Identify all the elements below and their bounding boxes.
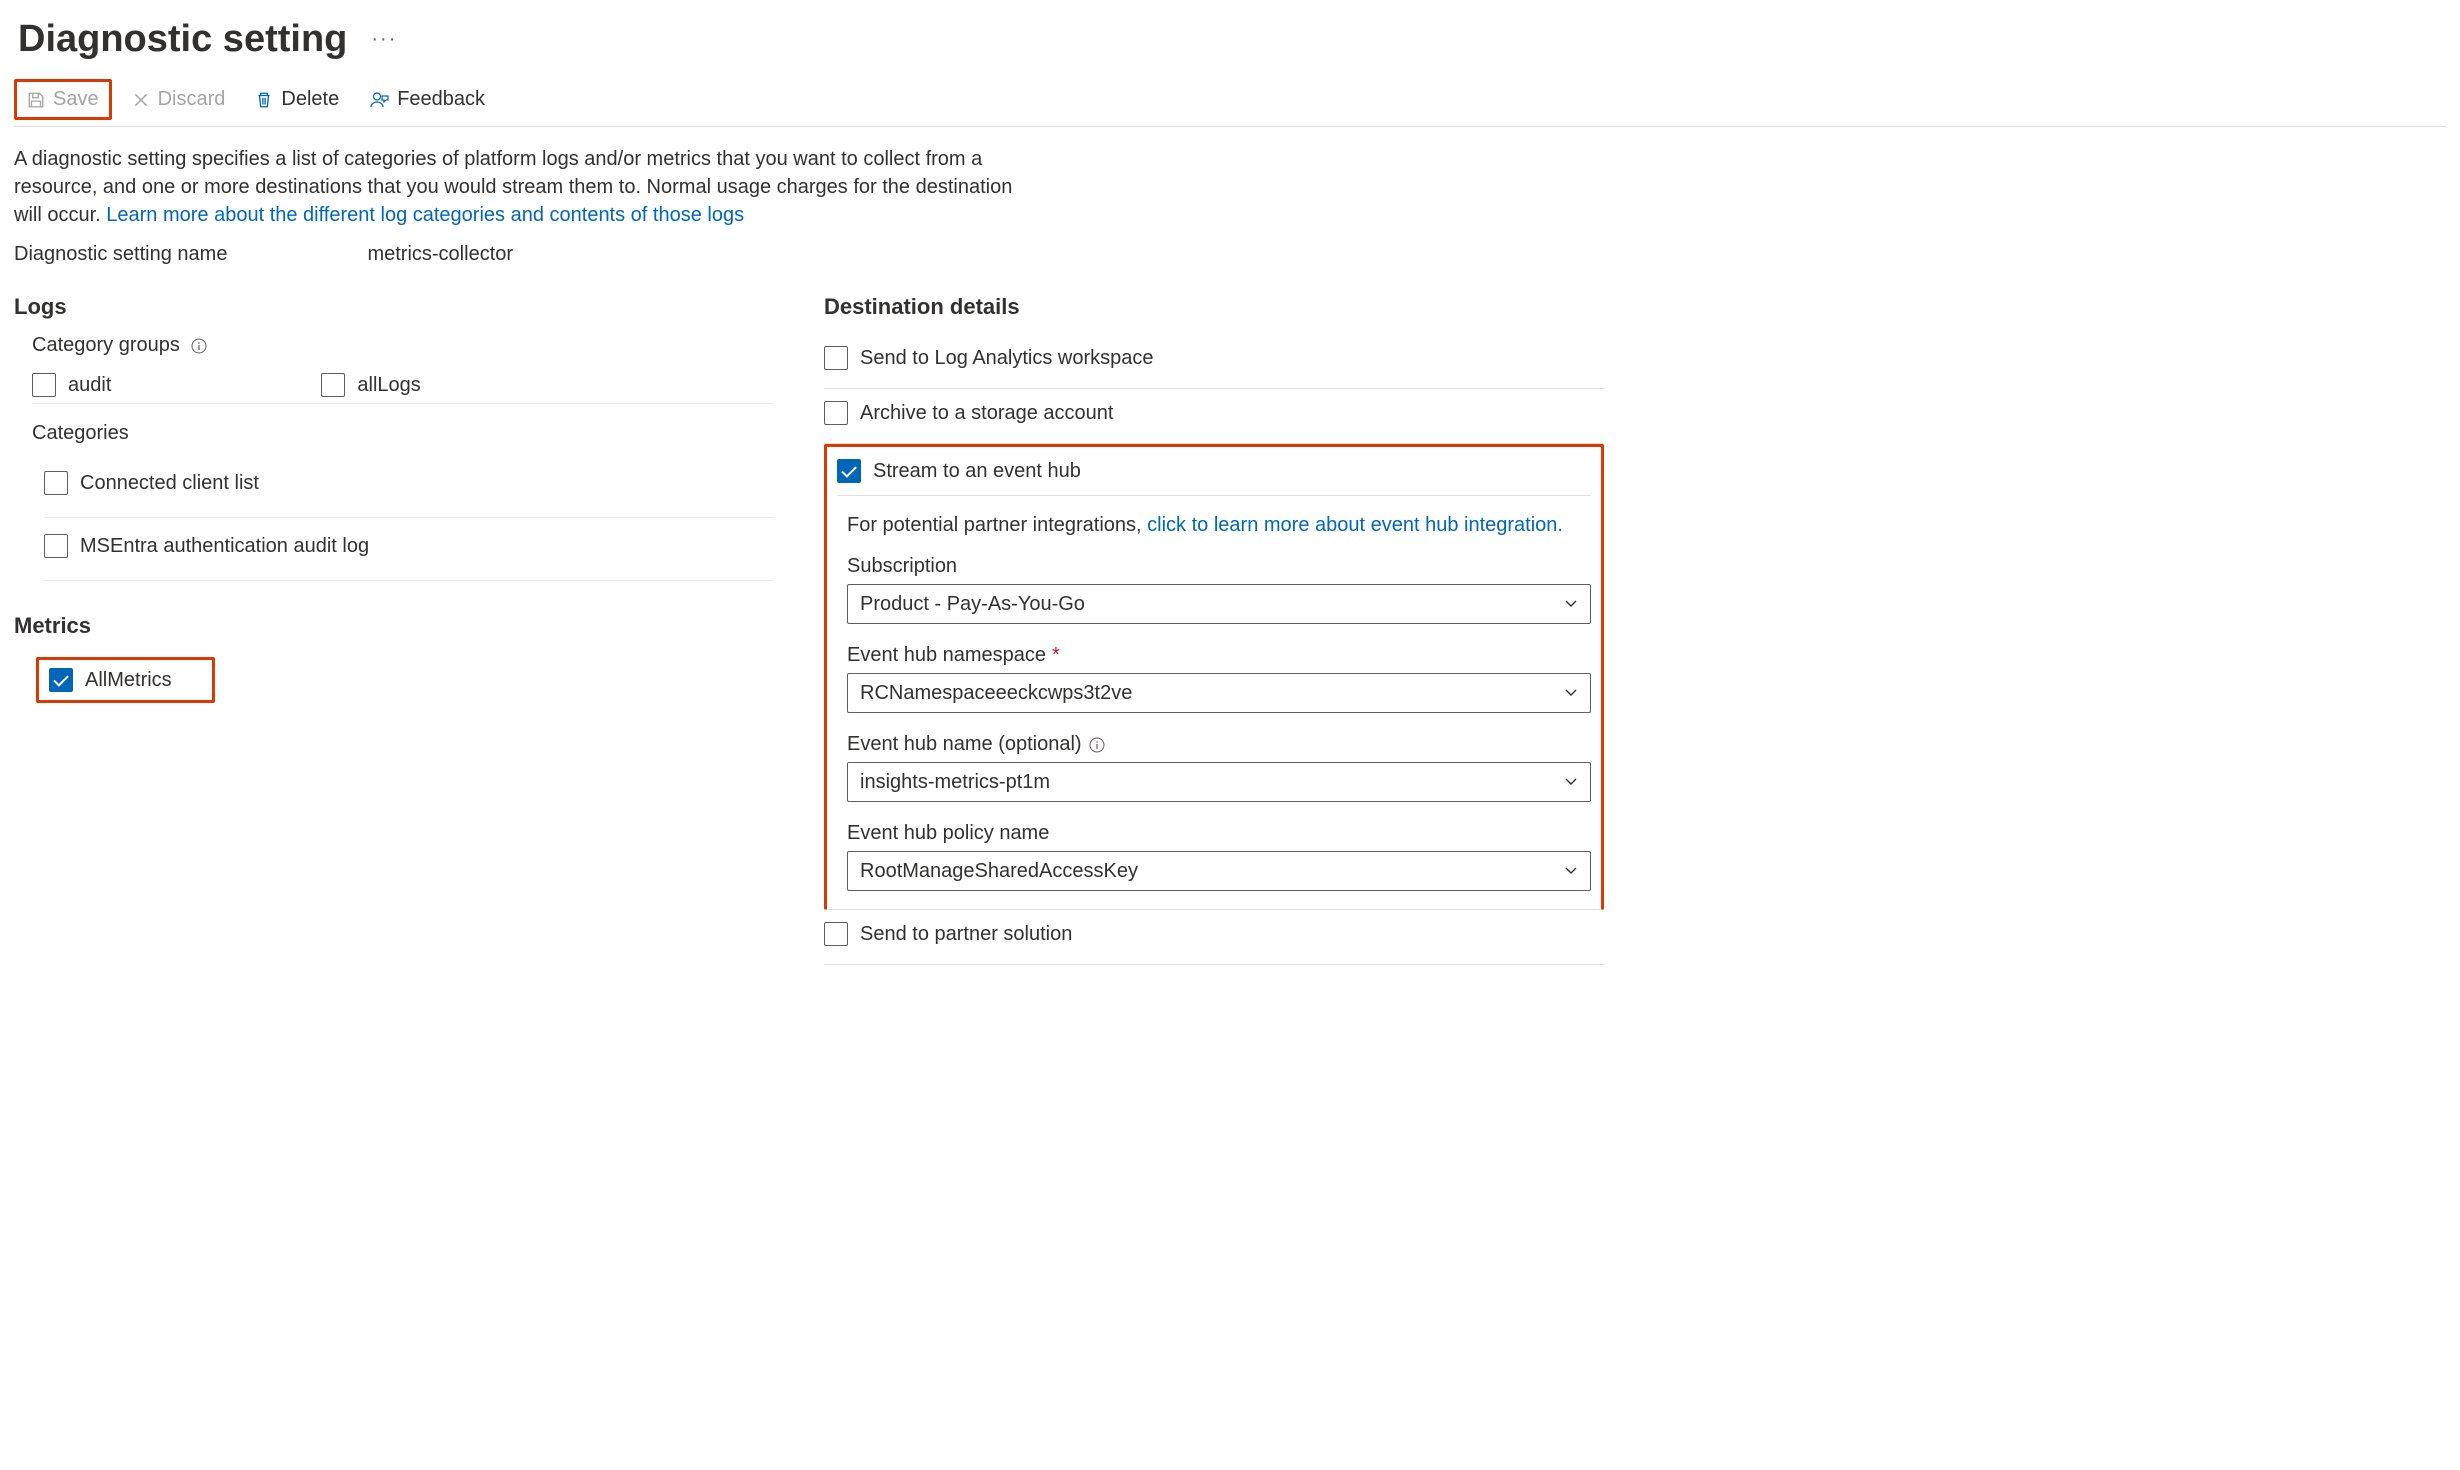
checkbox-box <box>837 459 861 483</box>
checkbox-partner-label: Send to partner solution <box>860 923 1072 946</box>
checkbox-alllogs[interactable]: allLogs <box>321 373 420 397</box>
checkbox-connected-client-list[interactable]: Connected client list <box>44 471 259 495</box>
setting-name-label: Diagnostic setting name <box>14 243 227 266</box>
delete-icon <box>255 91 273 109</box>
checkbox-box <box>44 471 68 495</box>
save-icon <box>27 91 45 109</box>
checkbox-log-analytics-label: Send to Log Analytics workspace <box>860 347 1154 370</box>
chevron-down-icon <box>1564 688 1578 698</box>
discard-button[interactable]: Discard <box>122 82 236 117</box>
checkbox-event-hub[interactable]: Stream to an event hub <box>837 459 1081 483</box>
namespace-label: Event hub namespace <box>847 644 1046 667</box>
checkbox-box <box>32 373 56 397</box>
checkbox-msentra-audit-log[interactable]: MSEntra authentication audit log <box>44 534 369 558</box>
toolbar: Save Discard Delete Feedback <box>14 79 2446 127</box>
checkbox-connected-client-label: Connected client list <box>80 472 259 495</box>
page-title: Diagnostic setting <box>18 18 347 61</box>
more-actions-icon[interactable]: ··· <box>367 24 401 55</box>
metrics-heading: Metrics <box>14 613 774 639</box>
logs-heading: Logs <box>14 294 774 320</box>
checkbox-allmetrics-label: AllMetrics <box>85 669 172 692</box>
event-hub-intro-text: For potential partner integrations, <box>847 514 1147 536</box>
chevron-down-icon <box>1564 866 1578 876</box>
checkbox-box <box>824 346 848 370</box>
checkbox-box <box>49 668 73 692</box>
subscription-label: Subscription <box>847 555 957 578</box>
policy-select[interactable]: RootManageSharedAccessKey <box>847 851 1591 891</box>
hubname-label: Event hub name (optional) <box>847 733 1082 756</box>
checkbox-alllogs-label: allLogs <box>357 374 420 397</box>
chevron-down-icon <box>1564 599 1578 609</box>
policy-value: RootManageSharedAccessKey <box>860 860 1138 883</box>
hubname-value: insights-metrics-pt1m <box>860 771 1050 794</box>
info-icon[interactable] <box>1088 736 1106 754</box>
namespace-select[interactable]: RCNamespaceeeckcwps3t2ve <box>847 673 1591 713</box>
checkbox-log-analytics[interactable]: Send to Log Analytics workspace <box>824 346 1154 370</box>
setting-name-value: metrics-collector <box>367 243 513 266</box>
save-button[interactable]: Save <box>14 79 112 120</box>
checkbox-storage-account[interactable]: Archive to a storage account <box>824 401 1113 425</box>
feedback-label: Feedback <box>397 88 485 111</box>
checkbox-box <box>44 534 68 558</box>
save-label: Save <box>53 88 99 111</box>
chevron-down-icon <box>1564 777 1578 787</box>
required-indicator: * <box>1052 644 1060 667</box>
categories-label: Categories <box>32 422 129 445</box>
checkbox-box <box>824 922 848 946</box>
feedback-icon <box>369 91 389 109</box>
delete-label: Delete <box>281 88 339 111</box>
destination-details-heading: Destination details <box>824 294 1604 320</box>
discard-label: Discard <box>158 88 226 111</box>
checkbox-audit-label: audit <box>68 374 111 397</box>
delete-button[interactable]: Delete <box>245 82 349 117</box>
checkbox-msentra-label: MSEntra authentication audit log <box>80 535 369 558</box>
checkbox-event-hub-label: Stream to an event hub <box>873 460 1081 483</box>
close-icon <box>132 91 150 109</box>
hubname-select[interactable]: insights-metrics-pt1m <box>847 762 1591 802</box>
description: A diagnostic setting specifies a list of… <box>14 145 1034 229</box>
checkbox-storage-label: Archive to a storage account <box>860 402 1113 425</box>
info-icon[interactable] <box>190 337 208 355</box>
checkbox-box <box>321 373 345 397</box>
policy-label: Event hub policy name <box>847 822 1049 845</box>
category-groups-label: Category groups <box>32 334 180 357</box>
feedback-button[interactable]: Feedback <box>359 82 495 117</box>
namespace-value: RCNamespaceeeckcwps3t2ve <box>860 682 1132 705</box>
event-hub-learn-more-link[interactable]: click to learn more about event hub inte… <box>1147 514 1563 536</box>
checkbox-audit[interactable]: audit <box>32 373 111 397</box>
checkbox-box <box>824 401 848 425</box>
checkbox-allmetrics[interactable]: AllMetrics <box>49 668 172 692</box>
subscription-select[interactable]: Product - Pay-As-You-Go <box>847 584 1591 624</box>
description-learn-more-link[interactable]: Learn more about the different log categ… <box>106 204 744 226</box>
checkbox-partner-solution[interactable]: Send to partner solution <box>824 922 1072 946</box>
subscription-value: Product - Pay-As-You-Go <box>860 593 1085 616</box>
